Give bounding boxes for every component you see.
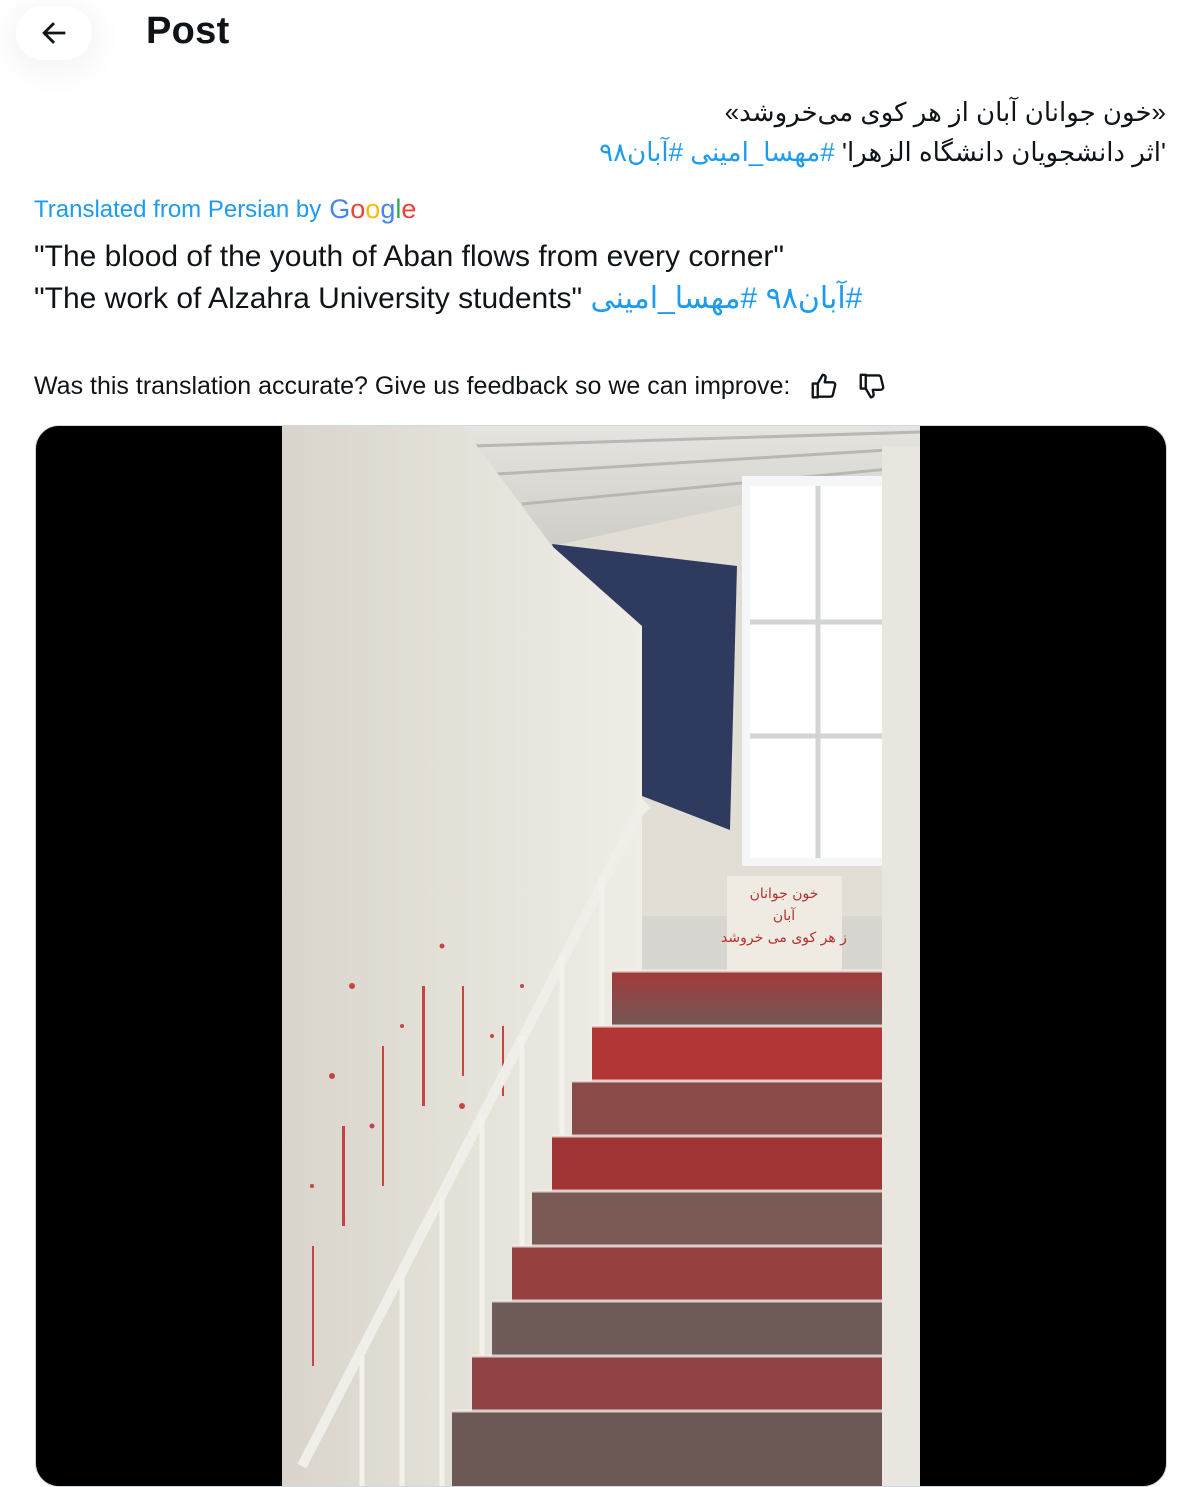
translation-line-1: "The blood of the youth of Aban flows fr… (34, 240, 785, 273)
translated-text: "The blood of the youth of Aban flows fr… (34, 236, 1174, 320)
thumbs-down-icon (859, 373, 885, 399)
hashtag-mahsa-amini[interactable]: #مهسا_امینی (690, 137, 834, 167)
wall-writing-line-1: خون جوانان (750, 886, 819, 902)
wall-writing-line-2: آبان (773, 907, 796, 924)
hashtag-aban98[interactable]: #آبان۹۸ (599, 137, 683, 167)
translation-hashtags[interactable]: #آبان۹۸ #مهسا_امینی (591, 282, 863, 315)
translation-attribution[interactable]: Translated from Persian by Google (34, 194, 416, 225)
post-media[interactable]: خون جوانان آبان ز هر کوی می خروشد (35, 425, 1167, 1487)
header-bar: Post (0, 0, 1202, 70)
google-logo: Google (329, 194, 417, 224)
translation-feedback: Was this translation accurate? Give us f… (34, 366, 892, 406)
stairwell-photo: خون جوانان آبان ز هر کوی می خروشد (282, 426, 920, 1486)
page-title: Post (146, 10, 230, 52)
back-button[interactable] (16, 6, 92, 60)
post-original-text: «خون جوانان آبان از هر کوی می‌خروشد» 'اث… (166, 92, 1166, 172)
arrow-left-icon (42, 22, 66, 44)
original-line-1: «خون جوانان آبان از هر کوی می‌خروشد» (724, 97, 1166, 127)
original-line-2-text: 'اثر دانشجویان دانشگاه الزهرا' (841, 137, 1166, 167)
original-line-2: 'اثر دانشجویان دانشگاه الزهرا' #مهسا_امی… (166, 132, 1166, 172)
thumbs-up-icon (811, 373, 837, 399)
translation-line-2-text: "The work of Alzahra University students… (34, 282, 583, 315)
feedback-prompt: Was this translation accurate? Give us f… (34, 371, 791, 400)
attribution-text: Translated from Persian by (34, 195, 322, 223)
thumbs-down-button[interactable] (852, 366, 892, 406)
wall-writing-line-3: ز هر کوی می خروشد (721, 930, 847, 946)
translation-line-2: "The work of Alzahra University students… (34, 278, 1174, 320)
thumbs-up-button[interactable] (804, 366, 844, 406)
